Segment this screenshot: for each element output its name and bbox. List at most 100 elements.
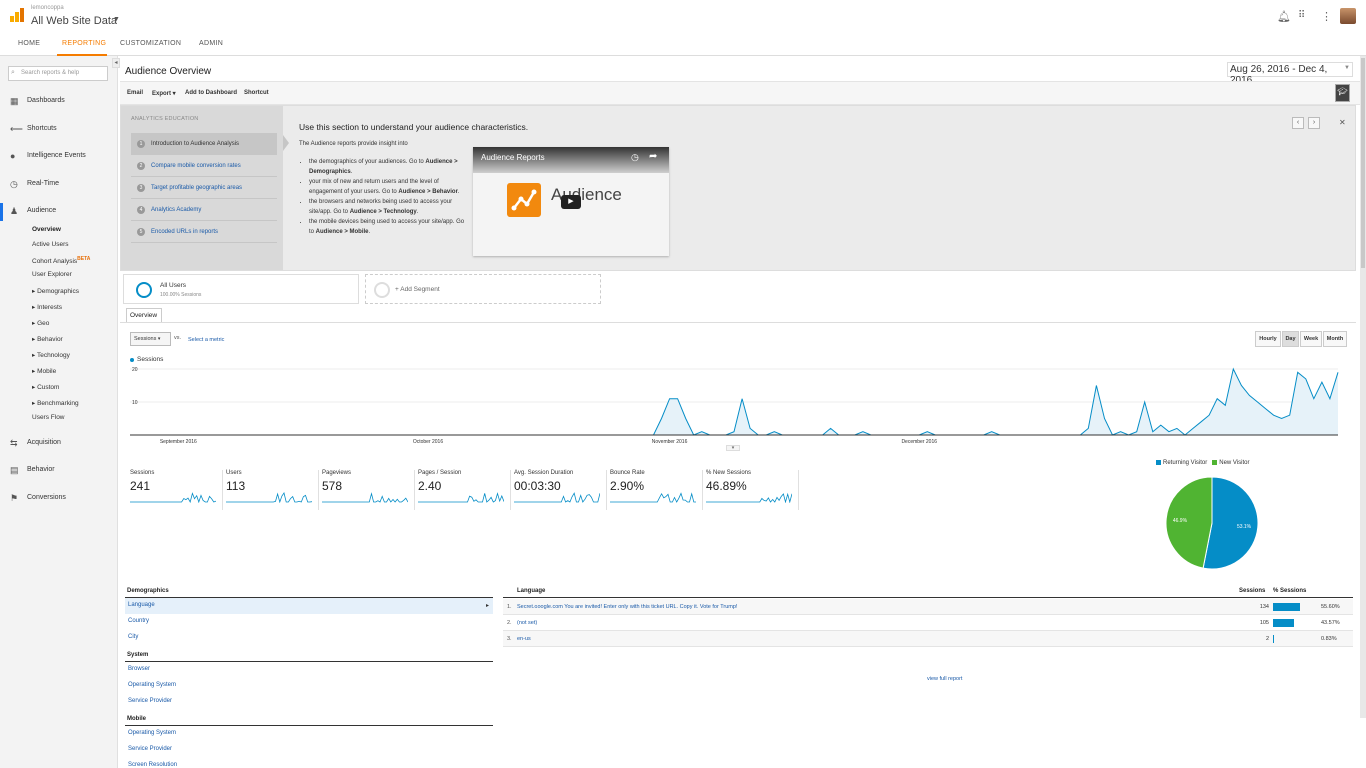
add-to-dashboard-button[interactable]: Add to Dashboard	[185, 90, 237, 96]
search-input[interactable]: Search reports & help	[8, 66, 108, 81]
lesson-item[interactable]: 2 Compare mobile conversion rates	[131, 155, 277, 177]
demo-link-country[interactable]: Country	[128, 618, 149, 624]
prev-lesson-button[interactable]: ‹	[1292, 117, 1304, 129]
metric-card[interactable]: Users 113	[226, 470, 319, 510]
table-row[interactable]: 1. Secret.ɢoogle.com You are invited! Ent…	[503, 599, 1353, 615]
tab-home[interactable]: HOME	[18, 40, 40, 47]
close-icon[interactable]: ✕	[1339, 118, 1346, 127]
metric-card[interactable]: Avg. Session Duration 00:03:30	[514, 470, 607, 510]
sidebar-item-behavior[interactable]: ▤ Behavior	[0, 462, 118, 480]
demo-link-mobile-os[interactable]: Operating System	[128, 730, 176, 736]
email-button[interactable]: Email	[127, 90, 143, 96]
sessions-line-chart[interactable]: 10 20 September 2016 October 2016 November 2…	[120, 363, 1350, 447]
segment-all-users[interactable]: All Users 100.00% Sessions	[123, 274, 359, 304]
share-bar	[1273, 603, 1300, 611]
sidebar-item-acquisition[interactable]: ⇆ Acquisition	[0, 435, 118, 453]
metric-card[interactable]: Bounce Rate 2.90%	[610, 470, 703, 510]
table-row[interactable]: 3. en-us 2 0.83%	[503, 631, 1353, 647]
granularity-month[interactable]: Month	[1323, 331, 1347, 347]
legend-item[interactable]: New Visitor	[1212, 460, 1250, 466]
avatar[interactable]	[1340, 8, 1356, 24]
granularity-day[interactable]: Day	[1282, 331, 1299, 347]
demo-link-mobile-provider[interactable]: Service Provider	[128, 746, 172, 752]
sidebar-sub-custom[interactable]: ▸ Custom	[32, 383, 59, 391]
lesson-item[interactable]: 3 Target profitable geographic areas	[131, 177, 277, 199]
metric-card[interactable]: Pages / Session 2.40	[418, 470, 511, 510]
sidebar-sub-benchmarking[interactable]: ▸ Benchmarking	[32, 399, 79, 407]
tab-reporting[interactable]: REPORTING	[62, 40, 106, 47]
visitor-type-pie-chart[interactable]: 53.1% 46.9%	[1165, 476, 1259, 570]
sidebar-item-dashboards[interactable]: ▦ Dashboards	[0, 93, 118, 111]
next-lesson-button[interactable]: ›	[1308, 117, 1320, 129]
demo-link-screen-resolution[interactable]: Screen Resolution	[128, 762, 177, 768]
metric-card[interactable]: Pageviews 578	[322, 470, 415, 510]
pie-data-label: 46.9%	[1173, 518, 1188, 524]
play-icon[interactable]: ▶	[561, 195, 581, 209]
export-button[interactable]: Export ▾	[152, 90, 176, 97]
sidebar-item-real-time[interactable]: ◷ Real-Time	[0, 176, 118, 194]
tab-overview[interactable]: Overview	[126, 308, 162, 322]
sidebar-sub-behavior[interactable]: ▸ Behavior	[32, 335, 63, 343]
metric-select[interactable]: Sessions ▾	[130, 332, 171, 346]
share-icon[interactable]: ➦	[649, 151, 657, 162]
demo-link-browser[interactable]: Browser	[128, 666, 150, 672]
add-segment-button[interactable]: + Add Segment	[365, 274, 601, 304]
sidebar-item-label: Shortcuts	[27, 125, 57, 132]
sidebar-sub-interests[interactable]: ▸ Interests	[32, 303, 62, 311]
granularity-hourly[interactable]: Hourly	[1255, 331, 1281, 347]
more-vert-icon[interactable]: ⋮	[1321, 10, 1332, 23]
chevron-down-icon[interactable]: ▾	[726, 445, 740, 451]
date-range-picker[interactable]: Aug 26, 2016 - Dec 4, 2016	[1227, 62, 1353, 86]
metric-card[interactable]: Sessions 241	[130, 470, 223, 510]
lesson-item[interactable]: 1 Introduction to Audience Analysis	[131, 133, 277, 155]
shortcut-button[interactable]: Shortcut	[244, 90, 269, 96]
sidebar-sub-users-flow[interactable]: Users Flow	[32, 414, 65, 421]
column-header[interactable]: Sessions	[1239, 588, 1265, 594]
sidebar-sub-mobile[interactable]: ▸ Mobile	[32, 367, 56, 375]
lesson-item[interactable]: 5 Encoded URLs in reports	[131, 221, 277, 243]
analytics-logo-icon[interactable]	[10, 8, 24, 22]
sidebar-sub-geo[interactable]: ▸ Geo	[32, 319, 49, 327]
select-metric-link[interactable]: Select a metric	[188, 337, 224, 343]
sidebar-item-conversions[interactable]: ⚑ Conversions	[0, 490, 118, 508]
demo-link-service-provider[interactable]: Service Provider	[128, 698, 172, 704]
video-player[interactable]: Audience Reports ◷ ➦ Audience ▶	[473, 147, 669, 256]
demo-link-language[interactable]: Language	[128, 602, 155, 608]
scrollbar-thumb[interactable]	[1361, 58, 1365, 268]
view-full-report-link[interactable]: view full report	[927, 676, 962, 682]
legend-label: Returning Visitor	[1163, 460, 1208, 466]
divider	[125, 725, 493, 726]
language-link[interactable]: Secret.ɢoogle.com You are invited! Enter…	[517, 604, 737, 610]
sidebar-item-audience[interactable]: ♟ Audience	[0, 203, 118, 221]
demo-link-city[interactable]: City	[128, 634, 138, 640]
sidebar-sub-active-users[interactable]: Active Users	[32, 241, 68, 248]
sidebar-item-intelligence-events[interactable]: ● Intelligence Events	[0, 148, 118, 166]
sidebar-sub-technology[interactable]: ▸ Technology	[32, 351, 70, 359]
collapse-sidebar-button[interactable]: ◂	[112, 58, 120, 68]
legend-item[interactable]: Returning Visitor	[1156, 460, 1207, 466]
sidebar-item-shortcuts[interactable]: ⟵ Shortcuts	[0, 121, 118, 139]
tab-customization[interactable]: CUSTOMIZATION	[120, 40, 181, 47]
lesson-item[interactable]: 4 Analytics Academy	[131, 199, 277, 221]
metric-card[interactable]: % New Sessions 46.89%	[706, 470, 799, 510]
apps-grid-icon[interactable]: ⠿	[1298, 10, 1305, 21]
sidebar-sub-user-explorer[interactable]: User Explorer	[32, 271, 72, 278]
table-row[interactable]: 2. (not set) 105 43.57%	[503, 615, 1353, 631]
language-link[interactable]: (not set)	[517, 620, 537, 626]
shortcut-arrow-icon: ⟵	[10, 124, 23, 134]
sidebar-sub-overview[interactable]: Overview	[32, 226, 61, 233]
sidebar-sub-demographics[interactable]: ▸ Demographics	[32, 287, 79, 295]
caret-down-icon[interactable]: ▼	[113, 16, 120, 23]
watch-later-icon[interactable]: ◷	[631, 152, 639, 163]
education-toggle-icon[interactable]: 🎓︎	[1335, 84, 1350, 102]
demo-link-operating-system[interactable]: Operating System	[128, 682, 176, 688]
language-link[interactable]: en-us	[517, 636, 531, 642]
caret-down-icon[interactable]: ▼	[1344, 65, 1350, 71]
sidebar-item-label: Dashboards	[27, 97, 65, 104]
property-selector[interactable]: All Web Site Data	[31, 15, 117, 27]
search-icon: ⌕	[11, 69, 15, 76]
tab-admin[interactable]: ADMIN	[199, 40, 223, 47]
bell-icon[interactable]: 🔔︎	[1277, 10, 1291, 23]
granularity-week[interactable]: Week	[1300, 331, 1322, 347]
sidebar-sub-cohort-analysis[interactable]: Cohort AnalysisBETA	[32, 256, 90, 265]
